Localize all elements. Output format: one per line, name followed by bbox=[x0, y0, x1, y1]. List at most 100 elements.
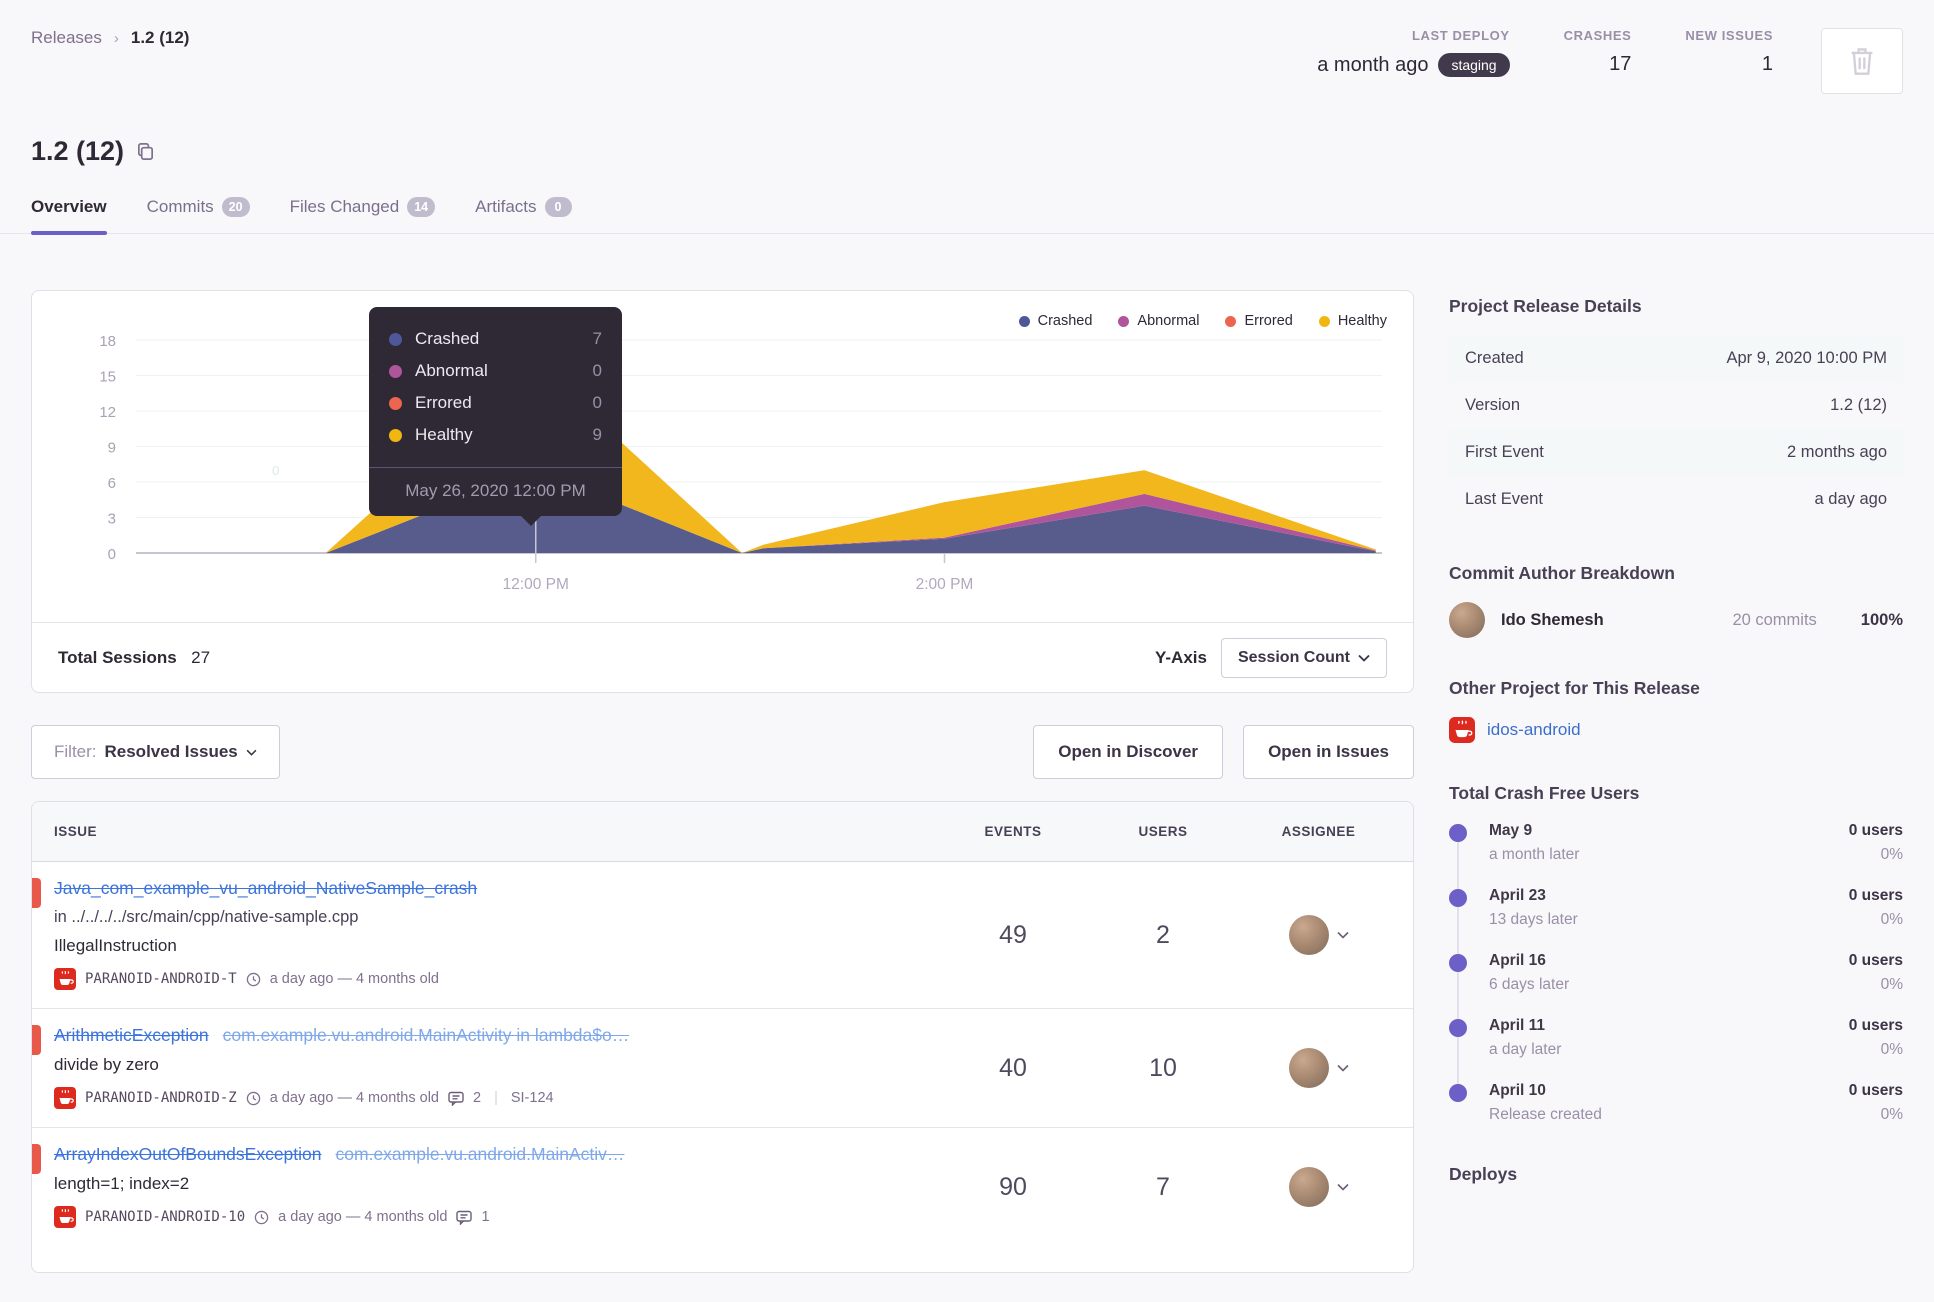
entry-percent: 0% bbox=[1880, 976, 1903, 993]
chevron-down-icon[interactable] bbox=[1336, 931, 1349, 939]
issue-severity-bar bbox=[32, 1025, 41, 1055]
issue-title-link[interactable]: ArithmeticException bbox=[54, 1025, 209, 1045]
issue-events-count: 49 bbox=[999, 920, 1027, 949]
chevron-down-icon[interactable] bbox=[1336, 1064, 1349, 1072]
crashed-dot-icon bbox=[389, 332, 402, 346]
issue-events-count: 40 bbox=[999, 1053, 1027, 1082]
svg-text:3: 3 bbox=[108, 511, 116, 528]
tab-artifacts[interactable]: Artifacts 0 bbox=[475, 197, 572, 233]
svg-text:12:00 PM: 12:00 PM bbox=[503, 576, 569, 593]
legend-item-crashed[interactable]: Crashed bbox=[1018, 313, 1092, 329]
tab-files-changed[interactable]: Files Changed 14 bbox=[290, 197, 436, 233]
open-in-issues-button[interactable]: Open in Issues bbox=[1243, 725, 1414, 779]
issue-severity-bar bbox=[32, 878, 41, 908]
entry-percent: 0% bbox=[1880, 1106, 1903, 1123]
comments-icon bbox=[448, 1091, 464, 1106]
tooltip-healthy-value: 9 bbox=[592, 425, 602, 444]
issue-comments-count: 2 bbox=[473, 1090, 482, 1106]
tab-commits[interactable]: Commits 20 bbox=[147, 197, 250, 233]
column-assignee: ASSIGNEE bbox=[1281, 824, 1356, 839]
entry-percent: 0% bbox=[1880, 1041, 1903, 1058]
entry-date: April 10 bbox=[1489, 1082, 1546, 1099]
new-issues-value: 1 bbox=[1761, 53, 1773, 75]
last-deploy-value: a month ago bbox=[1317, 53, 1429, 76]
legend-item-abnormal[interactable]: Abnormal bbox=[1118, 313, 1199, 329]
healthy-dot-icon bbox=[389, 428, 402, 442]
column-issue: ISSUE bbox=[54, 824, 98, 839]
breadcrumb-current: 1.2 (12) bbox=[130, 28, 190, 47]
last-deploy-label: LAST DEPLOY bbox=[1412, 28, 1510, 43]
issue-row: Java_com_example_vu_android_NativeSample… bbox=[32, 862, 1413, 1009]
page-header: Releases › 1.2 (12) LAST DEPLOY a month … bbox=[31, 0, 1903, 94]
crashes-value: 17 bbox=[1609, 53, 1632, 75]
legend-item-errored[interactable]: Errored bbox=[1225, 313, 1293, 329]
breadcrumb-releases[interactable]: Releases bbox=[31, 28, 102, 48]
detail-row: Last Event a day ago bbox=[1449, 476, 1903, 523]
issue-title-link[interactable]: ArrayIndexOutOfBoundsException bbox=[54, 1144, 322, 1164]
entry-users: 0 users bbox=[1848, 952, 1903, 969]
java-platform-icon bbox=[54, 1206, 76, 1228]
timeline-dot-icon bbox=[1449, 824, 1467, 842]
timeline-dot-icon bbox=[1449, 889, 1467, 907]
crash-free-entry: April 11 a day later 0 users 0% bbox=[1449, 1017, 1903, 1059]
issue-culprit[interactable]: com.example.vu.android.MainActiv… bbox=[336, 1144, 625, 1164]
crashed-dot-icon bbox=[1018, 315, 1030, 327]
section-heading: Project Release Details bbox=[1449, 296, 1642, 316]
issues-filter-dropdown[interactable]: Filter: Resolved Issues bbox=[31, 725, 280, 779]
chart-tooltip: Crashed 7 Abnormal 0 Errored 0 Healthy 9 bbox=[369, 307, 622, 526]
sessions-area-chart[interactable]: 0 3 6 9 12 15 18 0 12:00 PM 2:00 PM bbox=[52, 297, 1392, 597]
issue-title-link[interactable]: Java_com_example_vu_android_NativeSample… bbox=[54, 878, 477, 898]
svg-text:12: 12 bbox=[99, 404, 116, 421]
entry-users: 0 users bbox=[1848, 1082, 1903, 1099]
svg-text:2:00 PM: 2:00 PM bbox=[916, 576, 974, 593]
issue-subtitle: length=1; index=2 bbox=[54, 1174, 190, 1193]
legend-item-healthy[interactable]: Healthy bbox=[1318, 313, 1387, 329]
chevron-down-icon bbox=[1358, 654, 1370, 662]
tab-overview[interactable]: Overview bbox=[31, 197, 107, 235]
copy-icon[interactable] bbox=[136, 142, 155, 161]
entry-date: April 11 bbox=[1489, 1017, 1545, 1034]
files-changed-count-badge: 14 bbox=[407, 197, 436, 217]
crash-free-entry: May 9 a month later 0 users 0% bbox=[1449, 822, 1903, 864]
issue-subtitle: divide by zero bbox=[54, 1055, 159, 1074]
entry-subtitle: 6 days later bbox=[1489, 976, 1570, 993]
assignee-avatar[interactable] bbox=[1288, 1048, 1329, 1088]
issue-age: a day ago — 4 months old bbox=[269, 971, 439, 987]
crash-free-entry: April 16 6 days later 0 users 0% bbox=[1449, 952, 1903, 994]
entry-date: April 16 bbox=[1489, 952, 1546, 969]
delete-release-button[interactable] bbox=[1821, 28, 1903, 94]
total-sessions-label: Total Sessions bbox=[58, 647, 177, 667]
abnormal-dot-icon bbox=[1118, 315, 1130, 327]
project-slug[interactable]: PARANOID-ANDROID-10 bbox=[85, 1209, 245, 1225]
deploys-section: Deploys bbox=[1449, 1164, 1903, 1185]
section-heading: Deploys bbox=[1449, 1164, 1518, 1184]
entry-subtitle: a day later bbox=[1489, 1041, 1562, 1058]
project-slug[interactable]: PARANOID-ANDROID-T bbox=[85, 971, 237, 987]
detail-label: Version bbox=[1465, 396, 1521, 414]
crash-free-entry: April 23 13 days later 0 users 0% bbox=[1449, 887, 1903, 929]
detail-label: Created bbox=[1465, 349, 1524, 367]
open-in-discover-button[interactable]: Open in Discover bbox=[1033, 725, 1224, 779]
project-link[interactable]: idos-android bbox=[1487, 720, 1581, 740]
issue-culprit[interactable]: com.example.vu.android.MainActivity in l… bbox=[223, 1025, 630, 1045]
new-issues-label: NEW ISSUES bbox=[1685, 28, 1773, 43]
divider: | bbox=[494, 1090, 498, 1106]
issues-table: ISSUE EVENTS USERS ASSIGNEE Java_com_exa… bbox=[31, 801, 1414, 1273]
yaxis-select[interactable]: Session Count bbox=[1220, 637, 1387, 678]
tooltip-abnormal-value: 0 bbox=[592, 361, 602, 380]
section-heading: Total Crash Free Users bbox=[1449, 783, 1640, 803]
issue-age: a day ago — 4 months old bbox=[278, 1209, 448, 1225]
comments-icon bbox=[456, 1210, 473, 1225]
detail-value: Apr 9, 2020 10:00 PM bbox=[1726, 349, 1887, 367]
tooltip-errored-value: 0 bbox=[592, 393, 602, 412]
detail-label: Last Event bbox=[1465, 490, 1543, 508]
other-project-section: Other Project for This Release idos-andr… bbox=[1449, 678, 1903, 743]
section-heading: Other Project for This Release bbox=[1449, 678, 1700, 698]
assignee-avatar[interactable] bbox=[1288, 915, 1329, 955]
project-slug[interactable]: PARANOID-ANDROID-Z bbox=[85, 1090, 237, 1106]
artifacts-count-badge: 0 bbox=[544, 197, 572, 217]
author-percent: 100% bbox=[1860, 610, 1903, 629]
entry-date: May 9 bbox=[1489, 822, 1533, 839]
assignee-avatar[interactable] bbox=[1288, 1167, 1329, 1207]
chevron-down-icon[interactable] bbox=[1336, 1183, 1349, 1191]
